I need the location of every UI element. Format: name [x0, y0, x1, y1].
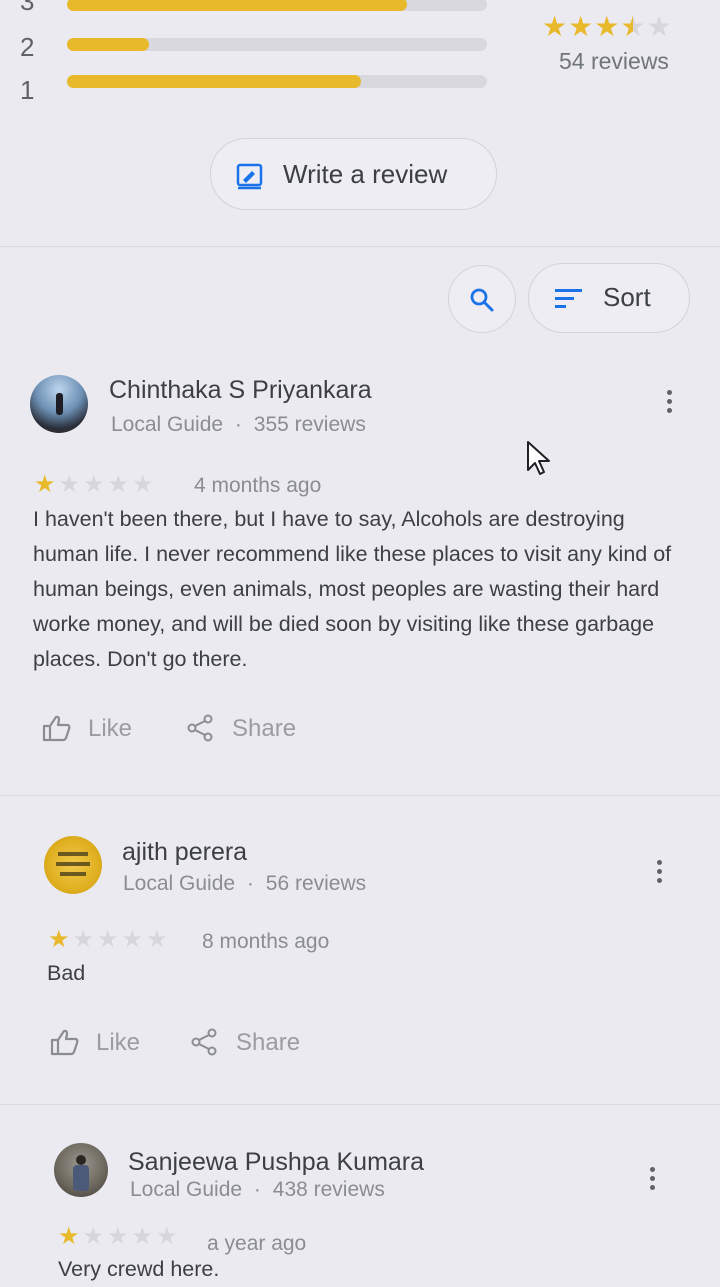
review-divider [0, 1104, 720, 1105]
review-stars: ★★★★★ [34, 471, 157, 498]
write-review-button[interactable]: Write a review [210, 138, 497, 210]
thumb-up-icon [42, 715, 71, 742]
section-divider [0, 246, 720, 247]
review-text: I haven't been there, but I have to say,… [33, 507, 672, 671]
thumb-up-icon [50, 1029, 79, 1056]
rating-row-label: 1 [20, 75, 35, 105]
more-vert-icon[interactable] [657, 860, 663, 887]
search-button[interactable] [448, 265, 516, 333]
review-date: 8 months ago [202, 930, 330, 953]
rating-row-label: 3 [20, 0, 35, 16]
summary-stars: ★★★★★ [542, 11, 673, 42]
rating-bar-fill [67, 75, 361, 88]
avatar[interactable] [54, 1143, 108, 1197]
write-review-icon [236, 163, 263, 190]
review-text: Bad [47, 961, 86, 985]
rating-bar-3 [67, 0, 487, 11]
rating-row-label: 2 [20, 32, 35, 62]
rating-bar-fill [67, 38, 149, 51]
review-date: 4 months ago [194, 474, 322, 497]
share-label: Share [236, 1029, 301, 1056]
sort-label: Sort [603, 282, 651, 312]
reviewer-review-count: 56 reviews [265, 872, 367, 895]
more-vert-icon[interactable] [650, 1167, 656, 1194]
avatar[interactable] [30, 375, 88, 433]
rating-bar-2 [67, 38, 487, 51]
avatar[interactable] [44, 836, 102, 894]
rating-bar-1 [67, 75, 487, 88]
review-divider [0, 795, 720, 796]
reviewer-meta: Local Guide · 438 reviews [130, 1178, 385, 1201]
review-text: Very crewd here. [58, 1257, 220, 1281]
local-guide-badge: Local Guide [130, 1178, 243, 1201]
sort-icon [555, 289, 582, 308]
mouse-cursor-icon [527, 441, 550, 475]
reviewer-review-count: 355 reviews [253, 413, 366, 436]
reviewer-name[interactable]: Sanjeewa Pushpa Kumara [128, 1148, 424, 1177]
share-icon [187, 714, 213, 742]
like-label: Like [96, 1029, 141, 1056]
reviewer-name[interactable]: ajith perera [122, 838, 247, 867]
share-icon [191, 1028, 217, 1056]
like-label: Like [88, 715, 133, 742]
local-guide-badge: Local Guide [123, 872, 236, 895]
share-label: Share [232, 715, 297, 742]
review-stars: ★★★★★ [58, 1223, 181, 1250]
write-review-label: Write a review [283, 159, 448, 189]
more-vert-icon[interactable] [667, 390, 673, 417]
sort-button[interactable]: Sort [528, 263, 690, 333]
review-stars: ★★★★★ [48, 926, 171, 953]
search-icon [470, 288, 494, 312]
local-guide-badge: Local Guide [111, 413, 224, 436]
reviews-count: 54 reviews [559, 48, 669, 74]
rating-bar-fill [67, 0, 407, 11]
reviewer-meta: Local Guide · 355 reviews [111, 413, 366, 436]
reviewer-review-count: 438 reviews [272, 1178, 385, 1201]
reviewer-meta: Local Guide · 56 reviews [123, 872, 367, 895]
reviewer-name[interactable]: Chinthaka S Priyankara [109, 376, 372, 405]
